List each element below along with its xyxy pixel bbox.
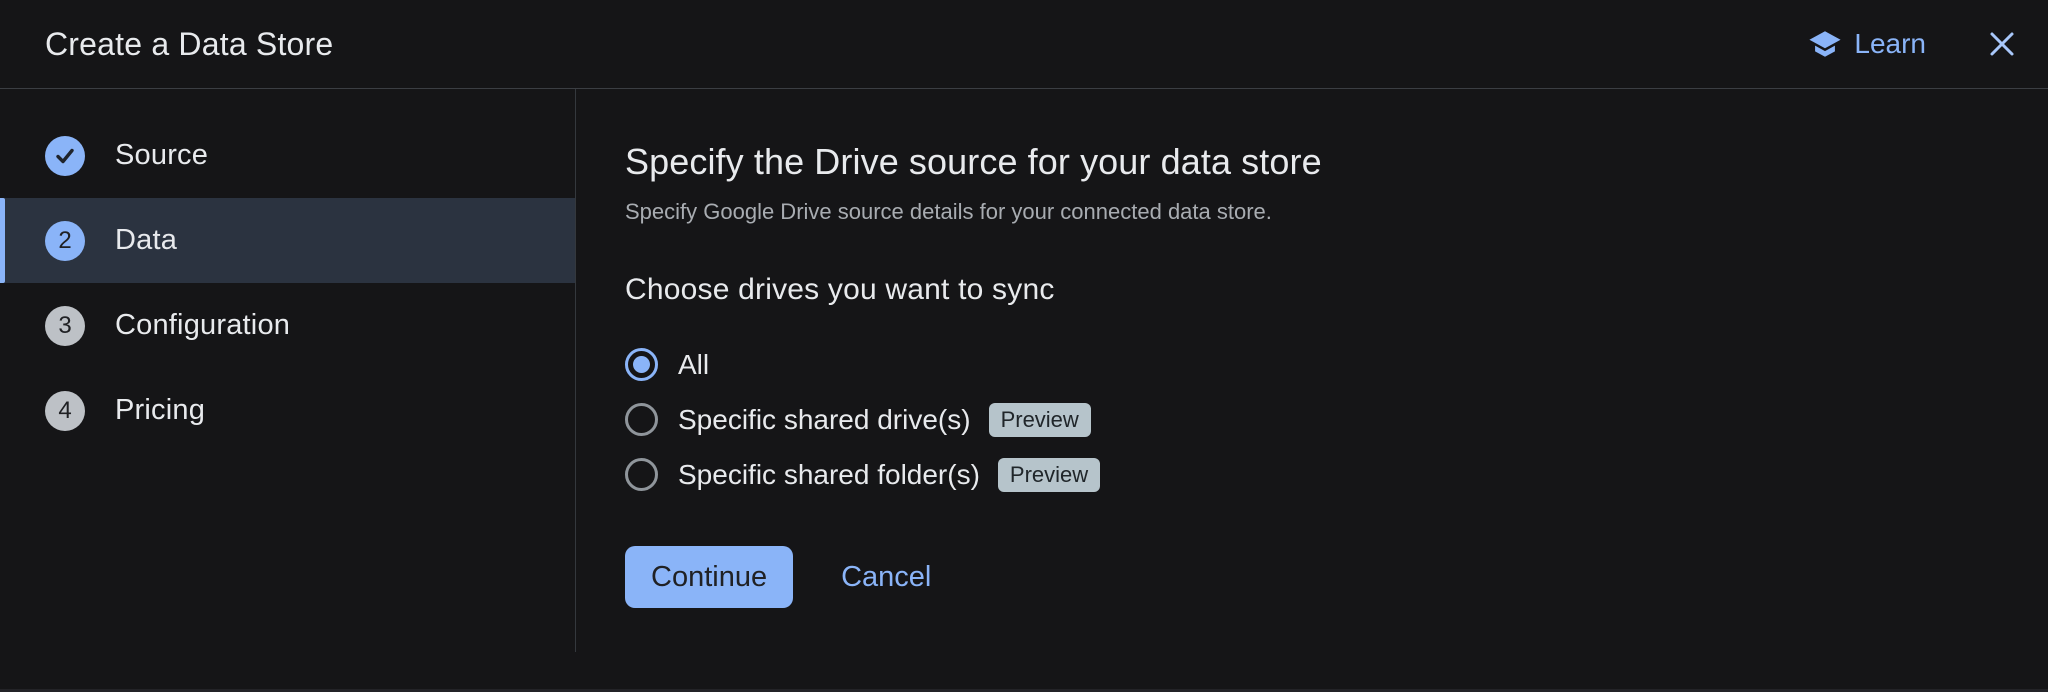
graduation-cap-icon	[1808, 27, 1842, 61]
sidebar-divider	[575, 89, 576, 652]
radio-button-all[interactable]	[625, 348, 658, 381]
drive-sync-radio-group: All Specific shared drive(s) Preview Spe…	[625, 337, 2048, 502]
step-configuration[interactable]: 3 Configuration	[0, 283, 575, 368]
continue-button[interactable]: Continue	[625, 546, 793, 608]
step-data-badge: 2	[45, 221, 85, 261]
dialog-header: Create a Data Store Learn	[0, 0, 2048, 89]
radio-option-all[interactable]: All	[625, 337, 2048, 392]
sync-section-title: Choose drives you want to sync	[625, 273, 2048, 307]
wizard-stepper: Source 2 Data 3 Configuration 4 Pricing	[0, 89, 575, 453]
radio-button-shared-folders[interactable]	[625, 458, 658, 491]
step-source-badge	[45, 136, 85, 176]
step-data[interactable]: 2 Data	[0, 198, 575, 283]
cancel-button[interactable]: Cancel	[835, 551, 937, 604]
radio-button-shared-drives[interactable]	[625, 403, 658, 436]
page-title: Specify the Drive source for your data s…	[625, 141, 2048, 183]
page-subtitle: Specify Google Drive source details for …	[625, 199, 2048, 225]
dialog-title: Create a Data Store	[45, 26, 1808, 63]
close-button[interactable]	[1984, 26, 2020, 62]
step-data-label: Data	[115, 224, 177, 257]
create-data-store-dialog: Create a Data Store Learn Source 2	[0, 0, 2048, 692]
radio-label-shared-folders: Specific shared folder(s)	[678, 459, 980, 491]
radio-option-shared-drives[interactable]: Specific shared drive(s) Preview	[625, 392, 2048, 447]
step-configuration-badge: 3	[45, 306, 85, 346]
step-source[interactable]: Source	[0, 113, 575, 198]
radio-label-all: All	[678, 349, 709, 381]
learn-link[interactable]: Learn	[1808, 27, 1926, 61]
step-pricing-label: Pricing	[115, 394, 205, 427]
action-buttons: Continue Cancel	[625, 546, 2048, 608]
check-icon	[53, 144, 77, 168]
learn-label: Learn	[1854, 28, 1926, 60]
step-source-label: Source	[115, 139, 208, 172]
preview-badge-shared-folders: Preview	[998, 458, 1100, 492]
step-pricing[interactable]: 4 Pricing	[0, 368, 575, 453]
step-configuration-label: Configuration	[115, 309, 290, 342]
step-content: Specify the Drive source for your data s…	[625, 89, 2048, 692]
radio-label-shared-drives: Specific shared drive(s)	[678, 404, 971, 436]
radio-option-shared-folders[interactable]: Specific shared folder(s) Preview	[625, 447, 2048, 502]
step-pricing-badge: 4	[45, 391, 85, 431]
close-icon	[1986, 28, 2018, 60]
preview-badge-shared-drives: Preview	[989, 403, 1091, 437]
